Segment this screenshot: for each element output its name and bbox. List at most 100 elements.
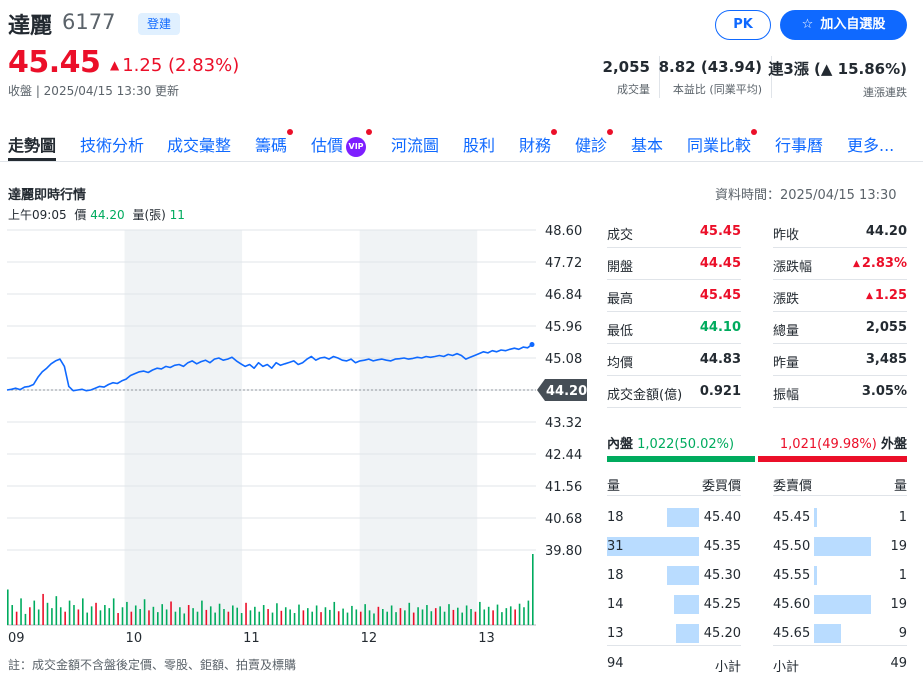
bid-price: 45.25: [703, 597, 741, 612]
tab-dividend[interactable]: 股利: [463, 132, 495, 156]
volume-bar: [258, 611, 261, 625]
tab-peers[interactable]: 同業比較: [687, 129, 758, 156]
tab-river[interactable]: 河流圖: [391, 132, 439, 156]
inner-ratio-bar: [607, 456, 755, 462]
tab-financials[interactable]: 財務: [519, 129, 558, 156]
quote-row: 漲跌幅 ▲ 2.83%: [773, 248, 907, 280]
outer-label: 外盤: [880, 437, 907, 452]
volume-bar: [152, 606, 155, 625]
outer-ratio-bar: [758, 456, 907, 462]
notification-dot: [551, 129, 558, 135]
hour-band: [359, 230, 478, 625]
quote-row: 最高 45.45: [607, 280, 741, 312]
volume-bar: [382, 609, 384, 625]
ask-price-header: 委賣價: [773, 479, 813, 494]
last-price-dot: [529, 342, 535, 348]
tab-valuation[interactable]: 估價 VIP: [311, 129, 373, 157]
ask-row: 45.45 1: [773, 504, 907, 532]
volume-bar: [134, 605, 137, 625]
active-tab-indicator: [8, 158, 56, 161]
volume-bar: [333, 601, 336, 625]
intraday-chart[interactable]: 48.60 47.72 46.84 45.96 45.08 43.32 42.44 41.56…: [0, 220, 600, 660]
tab-trend[interactable]: 走勢圖: [8, 132, 56, 156]
quote-row: 最低 44.10: [607, 312, 741, 344]
volume-bar: [390, 605, 393, 625]
y-tick-label: 39.80: [545, 544, 582, 559]
up-arrow-icon: ▲: [866, 291, 873, 301]
volume-bar: [245, 602, 247, 625]
chart-title: 達麗即時行情: [8, 188, 87, 203]
quote-value: 3,485: [866, 352, 907, 367]
volume-bar: [399, 608, 402, 625]
volume-bar: [408, 602, 411, 625]
volume-bar: [165, 609, 168, 625]
volume-bar: [377, 606, 380, 625]
volume-bar: [68, 600, 71, 625]
market-status: 收盤 | 2025/04/15 13:30 更新: [8, 84, 180, 98]
volume-bar: [218, 603, 221, 625]
stat-value: 2,055: [602, 58, 650, 76]
volume-bar: [448, 604, 450, 625]
volume-bar: [346, 612, 349, 625]
volume-bar: [509, 606, 512, 625]
bid-qty-header: 量: [607, 479, 621, 494]
stock-name: 達麗: [8, 14, 53, 39]
stat-volume: 2,055 成交量: [603, 58, 650, 97]
tab-chips[interactable]: 籌碼: [255, 129, 294, 156]
tab-trades[interactable]: 成交彙整: [167, 132, 231, 156]
bid-row: 14 45.25: [607, 591, 741, 619]
volume-bar: [368, 610, 371, 625]
footnote: 註：成交金額不含盤後定價、零股、鉅額、拍賣及標購: [8, 658, 297, 672]
tab-health[interactable]: 健診: [575, 129, 614, 156]
quote-value: ▲ 1.25: [866, 288, 907, 303]
volume-bar: [412, 612, 415, 625]
tab-label: 同業比較: [687, 136, 752, 155]
quote-value: 44.10: [700, 320, 741, 335]
volume-bar: [112, 598, 115, 625]
volume-bar: [501, 612, 503, 625]
ask-row: 45.60 19: [773, 591, 907, 619]
quote-label: 開盤: [607, 260, 634, 275]
volume-bar: [271, 612, 274, 625]
add-watchlist-button[interactable]: ☆ 加入自選股: [780, 10, 907, 40]
stat-streak: 連3漲 (▲ 15.86%) 連漲連跌: [768, 58, 907, 100]
volume-bar: [7, 589, 9, 625]
volume-bar: [430, 611, 433, 625]
outer-value: 1,021(49.98%): [779, 437, 877, 452]
quote-row: 總量 2,055: [773, 312, 907, 344]
bid-price-header: 委買價: [701, 479, 741, 494]
ask-price: 45.60: [773, 597, 811, 612]
outer-volume: 1,021(49.98%) 外盤: [780, 433, 907, 452]
volume-bar: [324, 607, 327, 625]
volume-bar: [139, 609, 141, 625]
stat-pe-ratio: 8.82 (43.94) 本益比 (同業平均): [659, 58, 762, 97]
quote-value: 44.20: [866, 224, 907, 239]
volume-bar: [483, 609, 486, 625]
volume-bar: [518, 603, 521, 625]
quote-value: 0.921: [700, 384, 741, 399]
market-badge: 登建: [138, 13, 181, 35]
pk-button[interactable]: PK: [715, 10, 771, 40]
volume-bar: [99, 610, 102, 625]
tab-calendar[interactable]: 行事曆: [775, 132, 823, 156]
tab-technical[interactable]: 技術分析: [80, 132, 144, 156]
volume-bar: [33, 600, 36, 625]
volume-bar: [532, 554, 534, 625]
volume-bar: [51, 608, 53, 625]
tab-basic[interactable]: 基本: [631, 132, 663, 156]
quote-label: 均價: [607, 356, 634, 371]
volume-bar: [130, 611, 133, 625]
quote-label: 漲跌: [773, 292, 800, 307]
volume-bar: [487, 606, 490, 625]
x-tick-label: 09: [8, 631, 25, 646]
volume-bar: [470, 609, 472, 625]
volume-bar: [117, 613, 119, 625]
volume-bar: [209, 606, 212, 625]
stat-label: 本益比 (同業平均): [672, 83, 762, 96]
tab-more[interactable]: 更多...: [847, 132, 894, 156]
y-tick-label: 41.56: [545, 480, 582, 495]
volume-bar: [452, 609, 455, 625]
volume-bar: [496, 604, 499, 625]
y-tick-label: 40.68: [545, 512, 582, 527]
volume-bar: [121, 607, 124, 625]
